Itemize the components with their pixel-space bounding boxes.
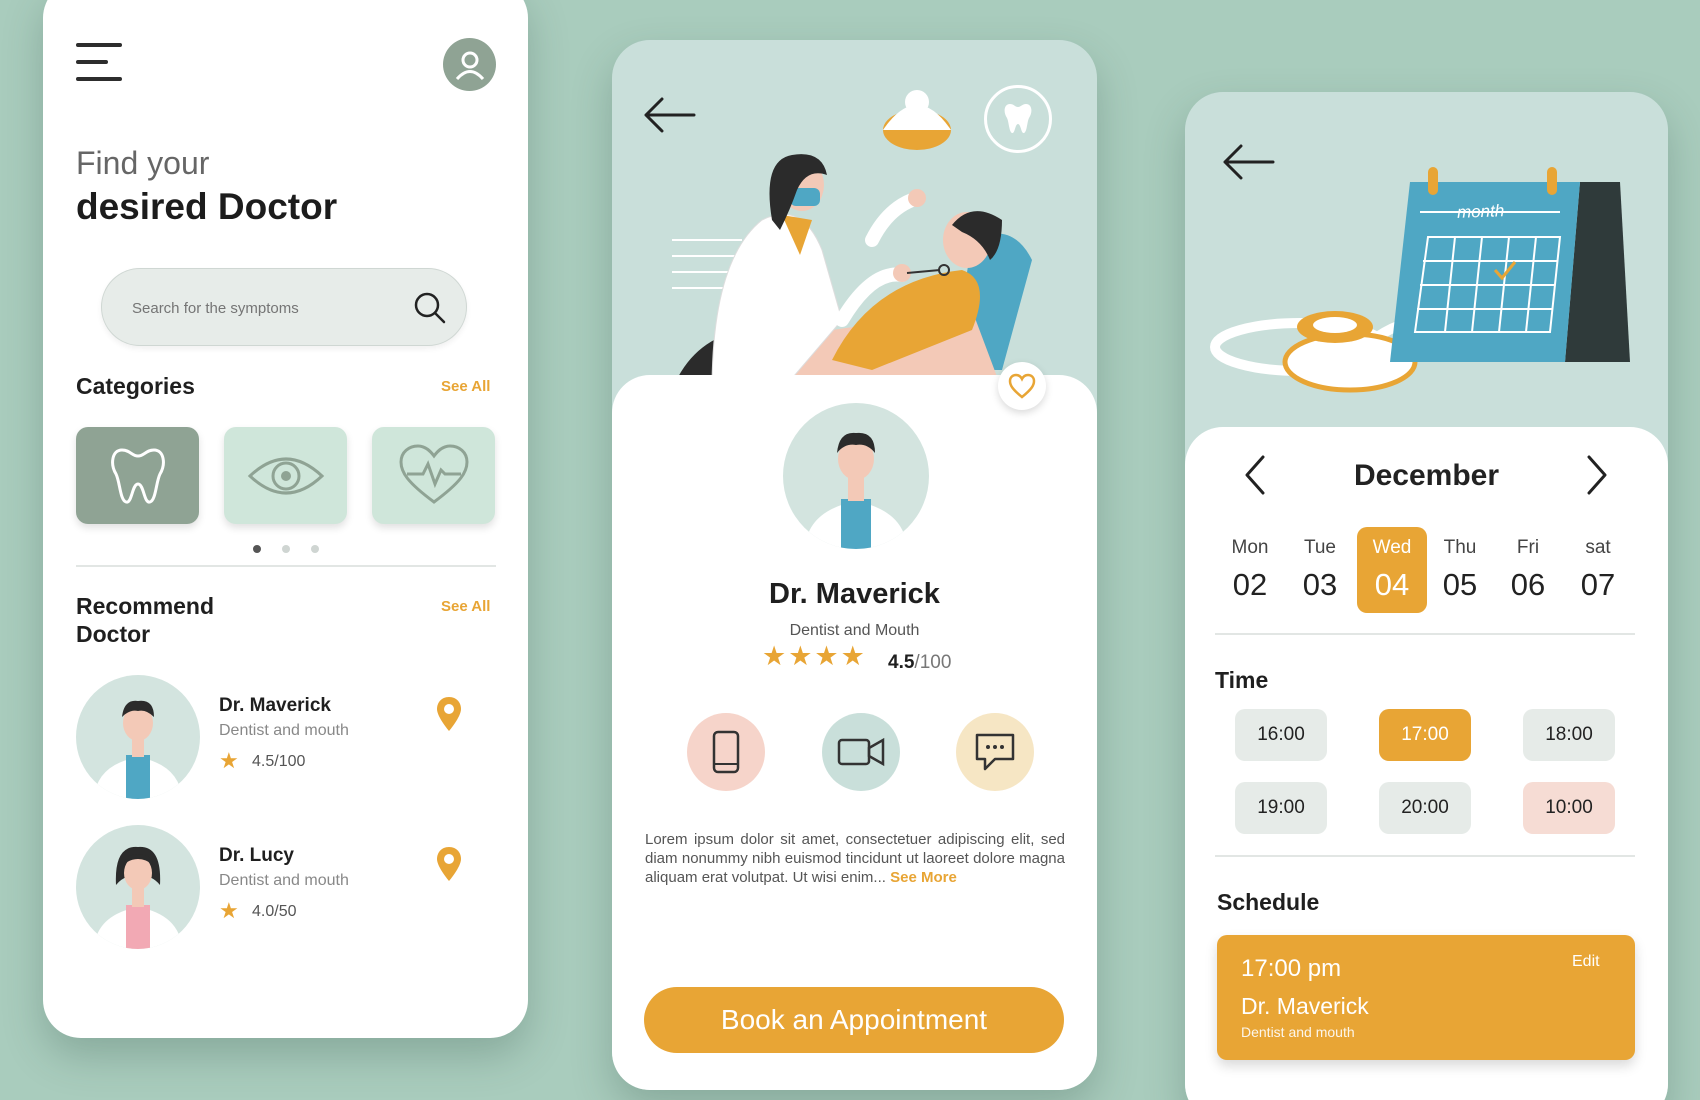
- time-slot[interactable]: 10:00: [1523, 782, 1615, 834]
- time-slot-selected[interactable]: 17:00: [1379, 709, 1471, 761]
- video-camera-icon: [837, 737, 885, 767]
- location-pin-icon[interactable]: [435, 845, 463, 883]
- phone-icon: [712, 730, 740, 774]
- day-mon[interactable]: Mon 02: [1215, 527, 1285, 613]
- doctor-avatar: [76, 675, 200, 799]
- rating-stars: ★★★★: [762, 641, 867, 671]
- doctor-description: Lorem ipsum dolor sit amet, consectetuer…: [645, 831, 1065, 886]
- recommend-title: Recommend Doctor: [76, 593, 215, 647]
- doctor-portrait: [783, 403, 929, 549]
- schedule-item[interactable]: 17:00 pm Edit Dr. Maverick Dentist and m…: [1217, 935, 1635, 1060]
- calendar-illustration: [1210, 167, 1630, 393]
- time-title: Time: [1215, 667, 1269, 693]
- eye-icon: [247, 457, 324, 494]
- symptom-search-bar[interactable]: [101, 268, 467, 346]
- doctor-name: Dr. Lucy: [219, 845, 294, 866]
- day-sat[interactable]: sat 07: [1563, 527, 1633, 613]
- profile-avatar-icon[interactable]: [443, 38, 496, 91]
- carousel-dots: [253, 540, 333, 558]
- chat-button[interactable]: [956, 713, 1034, 791]
- categories-see-all-link[interactable]: See All: [441, 378, 490, 395]
- schedule-card: December Mon 02 Tue 03 Wed 04 Thu 05 Fri 06 s…: [1185, 427, 1668, 1100]
- calendar-month-label: month: [1456, 201, 1505, 222]
- day-fri[interactable]: Fri 06: [1493, 527, 1563, 613]
- search-icon[interactable]: [412, 290, 448, 326]
- day-wed-selected[interactable]: Wed 04: [1357, 527, 1427, 613]
- heart-icon: [1008, 373, 1036, 399]
- chevron-right-icon[interactable]: [1585, 455, 1609, 495]
- category-cardiology[interactable]: [372, 427, 495, 524]
- screen-doctor-detail: Dr. Maverick Dentist and Mouth ★★★★ 4.5/…: [612, 40, 1097, 1090]
- category-dental[interactable]: [76, 427, 199, 524]
- doctor-specialty: Dentist and mouth: [219, 872, 349, 889]
- doctor-rating: 4.5/100: [252, 753, 306, 770]
- time-slot[interactable]: 19:00: [1235, 782, 1327, 834]
- star-icon: ★: [219, 748, 239, 773]
- call-button[interactable]: [687, 713, 765, 791]
- doctor-list-item[interactable]: Dr. Lucy Dentist and mouth ★ 4.0/50: [76, 825, 496, 949]
- doctor-rating: 4.0/50: [252, 903, 297, 920]
- schedule-doctor: Dr. Maverick: [1241, 993, 1369, 1019]
- categories-title: Categories: [76, 373, 195, 399]
- doctor-specialty: Dentist and mouth: [219, 722, 349, 739]
- schedule-time: 17:00 pm: [1241, 955, 1342, 982]
- dentist-illustration: [672, 90, 1032, 390]
- time-slot[interactable]: 16:00: [1235, 709, 1327, 761]
- star-icon: ★: [219, 898, 239, 923]
- time-slot[interactable]: 18:00: [1523, 709, 1615, 761]
- doctor-name: Dr. Maverick: [219, 695, 331, 716]
- chat-icon: [975, 733, 1015, 771]
- location-pin-icon[interactable]: [435, 695, 463, 733]
- favorite-button[interactable]: [998, 362, 1046, 410]
- schedule-title: Schedule: [1217, 889, 1320, 915]
- doctor-avatar: [76, 825, 200, 949]
- day-thu[interactable]: Thu 05: [1425, 527, 1495, 613]
- heading-bold: desired Doctor: [76, 186, 338, 227]
- doctor-name: Dr. Maverick: [769, 578, 940, 610]
- doctor-specialty: Dentist and Mouth: [789, 622, 920, 639]
- edit-link[interactable]: Edit: [1572, 953, 1600, 971]
- heading-light: Find your: [76, 145, 210, 181]
- heart-pulse-icon: [398, 443, 469, 504]
- rating-text: 4.5/100: [888, 652, 952, 673]
- time-slot[interactable]: 20:00: [1379, 782, 1471, 834]
- menu-icon[interactable]: [76, 43, 122, 94]
- see-more-link[interactable]: See More: [890, 869, 957, 886]
- schedule-specialty: Dentist and mouth: [1241, 1024, 1355, 1040]
- screen-schedule: month December Mon 02 Tue 03 Wed 04 Thu 05 F…: [1185, 92, 1668, 1100]
- search-input[interactable]: [132, 293, 392, 323]
- doctor-list-item[interactable]: Dr. Maverick Dentist and mouth ★ 4.5/100: [76, 675, 496, 799]
- video-call-button[interactable]: [822, 713, 900, 791]
- doctor-detail-card: Dr. Maverick Dentist and Mouth ★★★★ 4.5/…: [612, 375, 1097, 1090]
- screen-find-doctor: Find your desired Doctor Categories See …: [43, 0, 528, 1038]
- recommend-see-all-link[interactable]: See All: [441, 598, 490, 615]
- day-tue[interactable]: Tue 03: [1285, 527, 1355, 613]
- book-appointment-button[interactable]: Book an Appointment: [644, 987, 1064, 1053]
- category-eye[interactable]: [224, 427, 347, 524]
- tooth-icon: [110, 447, 165, 503]
